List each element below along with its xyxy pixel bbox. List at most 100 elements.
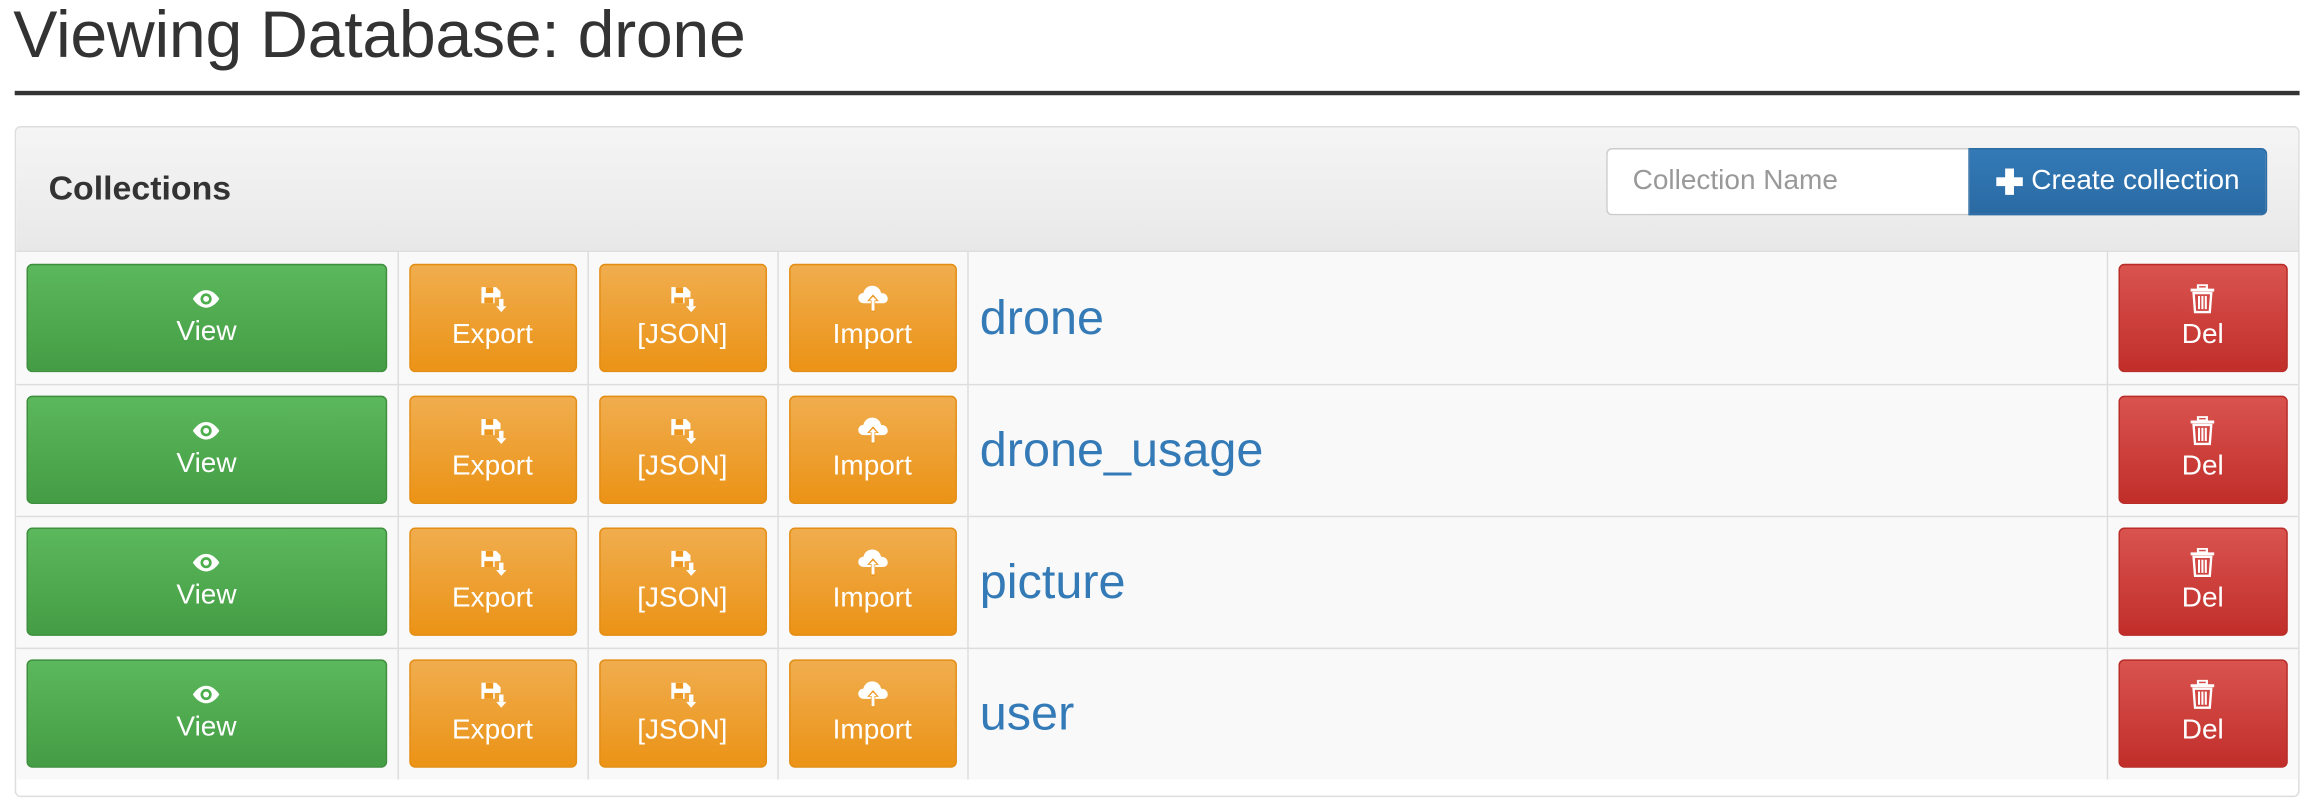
name-cell: picture — [967, 515, 2108, 649]
collection-row: View Export — [16, 383, 2299, 517]
import-cell: Import — [777, 515, 968, 649]
import-button[interactable]: Import — [788, 527, 957, 636]
view-label: View — [176, 712, 237, 744]
view-button[interactable]: View — [26, 659, 387, 769]
collections-table: View Export [JSON] Import drone Del View… — [16, 252, 2299, 780]
export-cell: Export — [397, 647, 589, 780]
export-cell: Export — [397, 383, 589, 517]
export-json-button[interactable]: [JSON] — [598, 527, 767, 636]
save-download-icon — [670, 683, 696, 709]
page-canvas: Viewing Database: drone Collections Crea… — [0, 0, 2304, 800]
delete-button[interactable]: Del — [2117, 659, 2288, 769]
collection-name-link[interactable]: user — [978, 686, 1075, 740]
export-label: Export — [452, 715, 533, 747]
import-label: Import — [832, 583, 912, 614]
name-cell: drone — [967, 252, 2108, 385]
view-cell: View — [16, 383, 399, 517]
delete-button[interactable]: Del — [2117, 263, 2288, 372]
import-cell: Import — [777, 252, 968, 385]
delete-button[interactable]: Del — [2117, 527, 2288, 636]
import-label: Import — [832, 715, 912, 747]
cloud-upload-icon — [857, 549, 888, 576]
export-json-label: [JSON] — [637, 583, 728, 614]
save-download-icon — [670, 286, 696, 312]
panel-title: Collections — [48, 168, 232, 207]
save-download-icon — [670, 550, 696, 576]
export-json-button[interactable]: [JSON] — [598, 395, 767, 505]
delete-label: Del — [2181, 583, 2224, 614]
export-cell: Export — [397, 515, 589, 649]
collection-name-link[interactable]: drone_usage — [978, 422, 1264, 476]
eye-icon — [193, 289, 220, 308]
delete-label: Del — [2181, 319, 2224, 350]
title-divider — [14, 90, 2300, 96]
import-cell: Import — [777, 383, 968, 517]
import-button[interactable]: Import — [788, 659, 957, 769]
collection-name-input[interactable] — [1606, 147, 1969, 216]
delete-label: Del — [2181, 715, 2224, 747]
json-cell: [JSON] — [587, 383, 779, 517]
export-json-label: [JSON] — [637, 451, 728, 483]
create-collection-label: Create collection — [2031, 165, 2240, 197]
view-cell: View — [16, 647, 399, 780]
export-label: Export — [452, 451, 533, 483]
import-button[interactable]: Import — [788, 263, 957, 372]
delete-cell: Del — [2106, 252, 2299, 385]
panel-heading: Collections Create collection — [16, 127, 2299, 253]
cloud-upload-icon — [857, 417, 888, 444]
delete-cell: Del — [2106, 515, 2299, 649]
eye-icon — [193, 686, 220, 704]
view-button[interactable]: View — [26, 263, 387, 372]
export-cell: Export — [397, 252, 589, 385]
view-cell: View — [16, 252, 399, 385]
view-button[interactable]: View — [26, 527, 387, 636]
export-button[interactable]: Export — [408, 659, 577, 769]
view-button[interactable]: View — [26, 395, 387, 505]
delete-label: Del — [2181, 451, 2224, 483]
name-cell: user — [967, 647, 2108, 780]
export-label: Export — [452, 319, 533, 350]
save-download-icon — [670, 419, 696, 444]
export-button[interactable]: Export — [408, 395, 577, 505]
export-json-label: [JSON] — [637, 319, 728, 350]
import-cell: Import — [777, 647, 968, 780]
cloud-upload-icon — [857, 681, 888, 709]
export-json-button[interactable]: [JSON] — [598, 263, 767, 372]
export-json-label: [JSON] — [637, 715, 728, 747]
view-label: View — [176, 316, 237, 347]
collection-row: View Export — [16, 647, 2299, 780]
delete-cell: Del — [2107, 648, 2298, 780]
import-label: Import — [832, 319, 912, 350]
json-cell: [JSON] — [587, 252, 779, 385]
eye-icon — [193, 553, 220, 572]
create-collection-button[interactable]: Create collection — [1968, 147, 2268, 216]
view-label: View — [176, 448, 237, 480]
json-cell: [JSON] — [587, 515, 779, 649]
collections-panel: Collections Create collection — [14, 126, 2300, 798]
save-download-icon — [480, 550, 506, 576]
cloud-upload-icon — [857, 285, 888, 312]
view-label: View — [176, 580, 237, 611]
delete-button[interactable]: Del — [2117, 395, 2288, 505]
collection-name-link[interactable]: drone — [978, 290, 1104, 344]
collection-row: View Export — [16, 515, 2299, 649]
trash-icon — [2191, 680, 2215, 710]
delete-cell: Del — [2106, 383, 2299, 517]
json-cell: [JSON] — [587, 647, 779, 780]
trash-icon — [2191, 547, 2215, 577]
eye-icon — [193, 421, 220, 440]
save-download-icon — [480, 683, 506, 709]
save-download-icon — [480, 286, 506, 312]
export-label: Export — [452, 583, 533, 614]
import-button[interactable]: Import — [788, 395, 957, 505]
trash-icon — [2191, 416, 2215, 446]
view-cell: View — [16, 515, 399, 649]
export-json-button[interactable]: [JSON] — [598, 659, 767, 769]
create-collection-form: Create collection — [1606, 147, 2268, 216]
save-download-icon — [480, 419, 506, 444]
import-label: Import — [832, 451, 912, 483]
page-title: Viewing Database: drone — [13, 0, 746, 72]
collection-name-link[interactable]: picture — [978, 554, 1126, 608]
export-button[interactable]: Export — [408, 263, 577, 372]
export-button[interactable]: Export — [408, 527, 577, 636]
